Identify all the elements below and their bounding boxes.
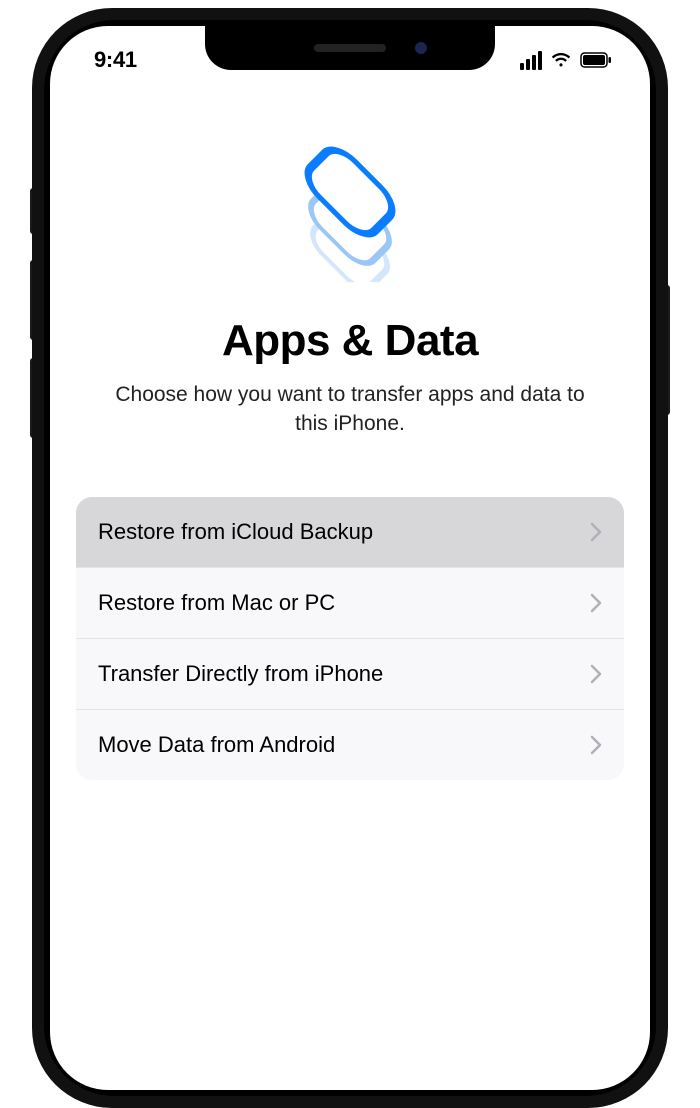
restore-options-list: Restore from iCloud Backup Restore from … bbox=[76, 497, 624, 780]
option-label: Transfer Directly from iPhone bbox=[98, 661, 383, 687]
page-title: Apps & Data bbox=[50, 316, 650, 366]
chevron-right-icon bbox=[590, 522, 602, 542]
phone-front-camera bbox=[415, 42, 427, 54]
phone-bezel: 9:41 bbox=[44, 20, 656, 1096]
option-move-android[interactable]: Move Data from Android bbox=[76, 710, 624, 780]
page-subtitle: Choose how you want to transfer apps and… bbox=[50, 380, 650, 439]
status-time: 9:41 bbox=[84, 39, 137, 73]
chevron-right-icon bbox=[590, 664, 602, 684]
wifi-icon bbox=[550, 52, 572, 68]
cellular-signal-icon bbox=[520, 51, 542, 70]
option-transfer-iphone[interactable]: Transfer Directly from iPhone bbox=[76, 639, 624, 710]
phone-notch bbox=[205, 26, 495, 70]
chevron-right-icon bbox=[590, 593, 602, 613]
option-restore-mac-pc[interactable]: Restore from Mac or PC bbox=[76, 568, 624, 639]
battery-icon bbox=[580, 52, 612, 68]
option-label: Move Data from Android bbox=[98, 732, 335, 758]
option-restore-icloud[interactable]: Restore from iCloud Backup bbox=[76, 497, 624, 568]
chevron-right-icon bbox=[590, 735, 602, 755]
option-label: Restore from Mac or PC bbox=[98, 590, 335, 616]
setup-content: Apps & Data Choose how you want to trans… bbox=[50, 86, 650, 1090]
apps-data-stack-icon bbox=[50, 142, 650, 282]
phone-speaker bbox=[314, 44, 386, 52]
option-label: Restore from iCloud Backup bbox=[98, 519, 373, 545]
status-indicators bbox=[520, 43, 616, 70]
phone-screen: 9:41 bbox=[50, 26, 650, 1090]
phone-frame: 9:41 bbox=[32, 8, 668, 1108]
